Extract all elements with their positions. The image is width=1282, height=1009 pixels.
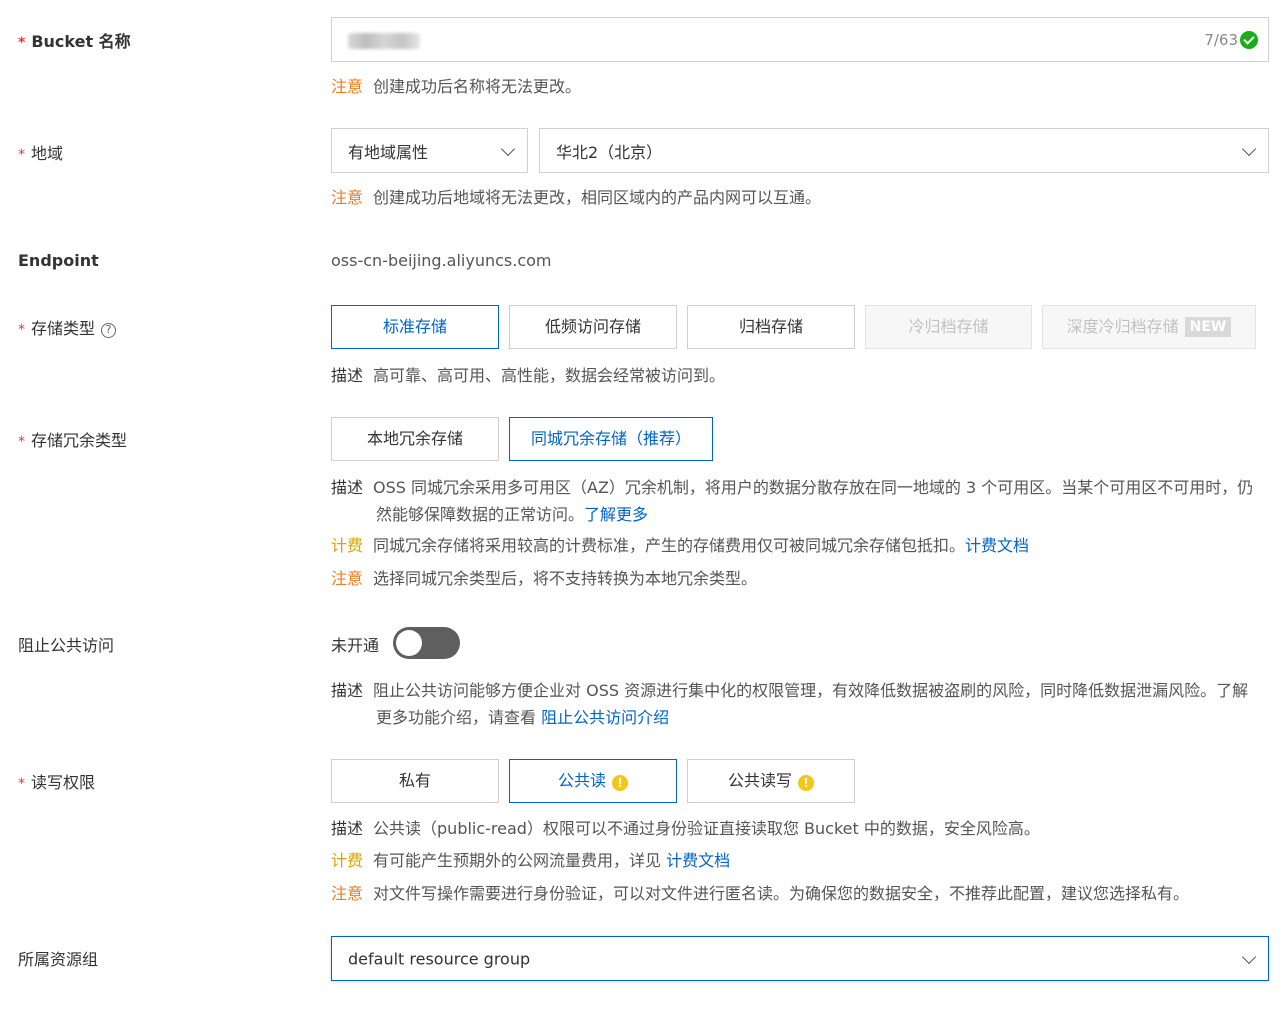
redundancy-label-text: 存储冗余类型 (31, 431, 128, 450)
redundancy-label: * 存储冗余类型 (18, 427, 127, 451)
acl-public-read[interactable]: 公共读! (509, 759, 677, 803)
note-tag: 注意 (331, 77, 364, 96)
storage-class-ia[interactable]: 低频访问存储 (509, 305, 677, 349)
note-text: 选择同城冗余类型后，将不支持转换为本地冗余类型。 (373, 569, 758, 588)
block-public-label: 阻止公共访问 (18, 636, 115, 655)
endpoint-value: oss-cn-beijing.aliyuncs.com (331, 251, 552, 270)
bucket-name-input[interactable]: 7/63 (331, 17, 1269, 62)
acl-public-read-write[interactable]: 公共读写! (687, 759, 855, 803)
desc-tag: 描述 (331, 681, 364, 700)
redundancy-lrs[interactable]: 本地冗余存储 (331, 417, 499, 461)
note-tag: 注意 (331, 188, 364, 207)
region-note: 注意 创建成功后地域将无法更改，相同区域内的产品内网可以互通。 (331, 187, 821, 209)
desc-text: 阻止公共访问能够方便企业对 OSS 资源进行集中化的权限管理，有效降低数据被盗刷… (373, 681, 1249, 727)
acl-private[interactable]: 私有 (331, 759, 499, 803)
storage-class-standard[interactable]: 标准存储 (331, 305, 499, 349)
acl-public-read-write-label: 公共读写 (727, 771, 792, 790)
required-mark: * (18, 434, 25, 450)
bucket-name-note: 注意 创建成功后名称将无法更改。 (331, 76, 581, 98)
region-attribute-value: 有地域属性 (348, 142, 429, 162)
note-tag: 注意 (331, 569, 364, 588)
fee-tag: 计费 (331, 851, 364, 870)
region-attribute-select[interactable]: 有地域属性 (331, 128, 528, 173)
redacted-bucket-name (348, 33, 420, 49)
new-badge: NEW (1184, 317, 1232, 337)
required-mark: * (18, 35, 26, 51)
redundancy-fee: 计费 同城冗余存储将采用较高的计费标准，产生的存储费用仅可被同城冗余存储包抵扣。计… (331, 535, 1029, 557)
note-tag: 注意 (331, 884, 364, 903)
acl-public-read-label: 公共读 (557, 771, 606, 790)
required-mark: * (18, 147, 25, 163)
fee-tag: 计费 (331, 536, 364, 555)
storage-class-label-text: 存储类型 (31, 319, 96, 338)
fee-doc-link[interactable]: 计费文档 (666, 851, 730, 870)
note-text: 对文件写操作需要进行身份验证，可以对文件进行匿名读。为确保您的数据安全，不推荐此… (373, 884, 1190, 903)
redundancy-zrs[interactable]: 同城冗余存储（推荐） (509, 417, 713, 461)
warning-icon: ! (798, 775, 814, 791)
bucket-name-label-text: Bucket 名称 (31, 32, 131, 51)
learn-more-link[interactable]: 了解更多 (584, 505, 648, 524)
redundancy-desc: 描述 OSS 同城冗余采用多可用区（AZ）冗余机制，将用户的数据分散存放在同一地域… (331, 474, 1261, 528)
acl-label: * 读写权限 (18, 769, 95, 793)
help-icon[interactable]: ? (101, 323, 117, 338)
chevron-down-icon (1241, 141, 1257, 156)
resource-group-select[interactable]: default resource group (331, 936, 1269, 981)
fee-doc-link[interactable]: 计费文档 (965, 536, 1029, 555)
required-mark: * (18, 322, 25, 338)
desc-text: OSS 同城冗余采用多可用区（AZ）冗余机制，将用户的数据分散存放在同一地域的 … (373, 478, 1254, 524)
block-public-intro-link[interactable]: 阻止公共访问介绍 (541, 708, 669, 727)
storage-class-cold-archive[interactable]: 冷归档存储 (865, 305, 1032, 349)
region-value: 华北2（北京） (556, 142, 663, 162)
resource-group-value: default resource group (348, 949, 531, 968)
check-circle-icon (1240, 30, 1258, 49)
desc-text: 高可靠、高可用、高性能，数据会经常被访问到。 (373, 366, 726, 385)
toggle-state-label: 未开通 (331, 636, 380, 655)
endpoint-label: Endpoint (18, 251, 99, 270)
acl-note: 注意 对文件写操作需要进行身份验证，可以对文件进行匿名读。为确保您的数据安全，不推… (331, 883, 1189, 905)
acl-label-text: 读写权限 (31, 773, 96, 792)
bucket-name-label: * Bucket 名称 (18, 28, 131, 52)
storage-class-label: * 存储类型? (18, 315, 117, 339)
redundancy-note: 注意 选择同城冗余类型后，将不支持转换为本地冗余类型。 (331, 568, 757, 590)
storage-class-desc: 描述 高可靠、高可用、高性能，数据会经常被访问到。 (331, 365, 725, 387)
note-text: 创建成功后名称将无法更改。 (373, 77, 582, 96)
toggle-knob (396, 630, 422, 656)
fee-text: 同城冗余存储将采用较高的计费标准，产生的存储费用仅可被同城冗余存储包抵扣。 (373, 536, 966, 555)
acl-fee: 计费 有可能产生预期外的公网流量费用，详见 计费文档 (331, 850, 730, 872)
char-counter: 7/63 (1204, 30, 1238, 49)
deep-cold-archive-label: 深度冷归档存储 (1066, 317, 1179, 336)
desc-tag: 描述 (331, 366, 364, 385)
warning-icon: ! (612, 775, 628, 791)
desc-text: 公共读（public-read）权限可以不通过身份验证直接读取您 Bucket … (373, 819, 1040, 838)
block-public-desc: 描述 阻止公共访问能够方便企业对 OSS 资源进行集中化的权限管理，有效降低数据被… (331, 677, 1261, 731)
block-public-toggle[interactable] (393, 627, 460, 659)
chevron-down-icon (1241, 949, 1257, 964)
region-select[interactable]: 华北2（北京） (539, 128, 1269, 173)
region-label-text: 地域 (31, 144, 64, 163)
storage-class-deep-cold-archive[interactable]: 深度冷归档存储 NEW (1042, 305, 1256, 349)
note-text: 创建成功后地域将无法更改，相同区域内的产品内网可以互通。 (373, 188, 822, 207)
storage-class-archive[interactable]: 归档存储 (687, 305, 855, 349)
chevron-down-icon (500, 141, 516, 156)
desc-tag: 描述 (331, 819, 364, 838)
region-label: * 地域 (18, 140, 63, 164)
desc-tag: 描述 (331, 478, 364, 497)
resource-group-label: 所属资源组 (18, 950, 99, 969)
fee-text: 有可能产生预期外的公网流量费用，详见 (373, 851, 667, 870)
required-mark: * (18, 776, 25, 792)
acl-desc: 描述 公共读（public-read）权限可以不通过身份验证直接读取您 Bucke… (331, 818, 1040, 840)
